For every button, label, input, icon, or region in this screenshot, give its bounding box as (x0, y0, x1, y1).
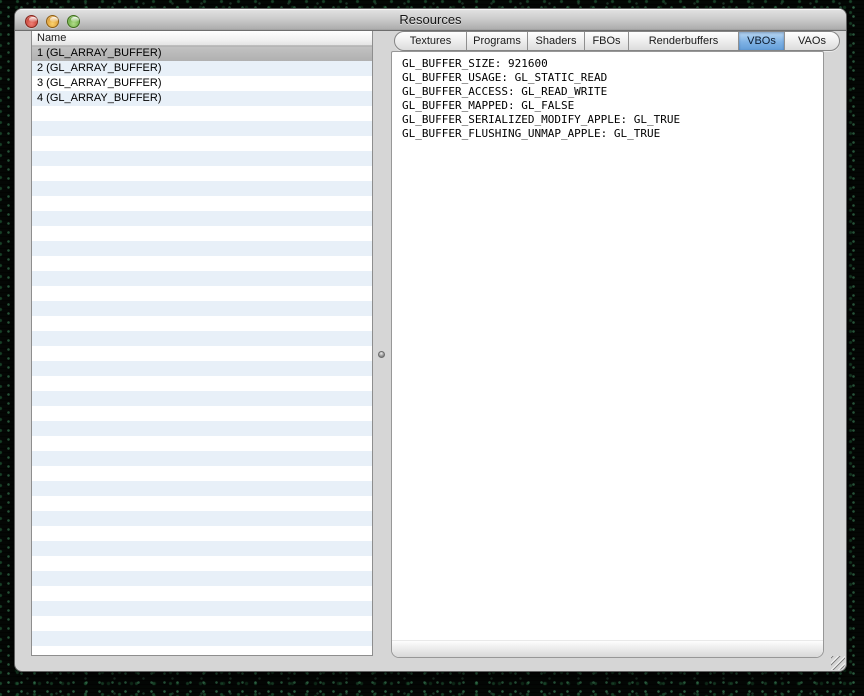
resize-grip-icon[interactable] (831, 656, 845, 670)
resources-window: Resources Name 1 (GL_ARRAY_BUFFER)2 (GL_… (14, 8, 847, 672)
list-item[interactable]: 2 (GL_ARRAY_BUFFER) (32, 61, 372, 76)
tab-shaders[interactable]: Shaders (527, 32, 584, 50)
column-header-name[interactable]: Name (32, 31, 372, 46)
tab-programs[interactable]: Programs (466, 32, 527, 50)
tab-bar: TexturesProgramsShadersFBOsRenderbuffers… (394, 31, 840, 51)
tab-vbos[interactable]: VBOs (738, 32, 784, 50)
resource-list: Name 1 (GL_ARRAY_BUFFER)2 (GL_ARRAY_BUFF… (31, 31, 373, 656)
tab-textures[interactable]: Textures (395, 32, 466, 50)
title-bar[interactable]: Resources (15, 9, 846, 31)
attribute-line: GL_BUFFER_MAPPED: GL_FALSE (402, 99, 819, 113)
attribute-line: GL_BUFFER_SERIALIZED_MODIFY_APPLE: GL_TR… (402, 113, 819, 127)
tab-fbos[interactable]: FBOs (584, 32, 628, 50)
attribute-line: GL_BUFFER_SIZE: 921600 (402, 57, 819, 71)
scroll-track (392, 640, 823, 657)
splitter[interactable] (373, 31, 391, 656)
resource-list-body: 1 (GL_ARRAY_BUFFER)2 (GL_ARRAY_BUFFER)3 … (32, 46, 372, 655)
buffer-attributes: GL_BUFFER_SIZE: 921600GL_BUFFER_USAGE: G… (392, 52, 823, 141)
attribute-line: GL_BUFFER_USAGE: GL_STATIC_READ (402, 71, 819, 85)
desktop: { "window": { "title": "Resources", "con… (0, 0, 864, 696)
list-item[interactable]: 3 (GL_ARRAY_BUFFER) (32, 76, 372, 91)
splitter-handle-icon[interactable] (378, 351, 385, 358)
tab-vaos[interactable]: VAOs (784, 32, 839, 50)
window-title: Resources (15, 9, 846, 31)
tab-renderbuffers[interactable]: Renderbuffers (628, 32, 738, 50)
list-item[interactable]: 4 (GL_ARRAY_BUFFER) (32, 91, 372, 106)
attribute-line: GL_BUFFER_FLUSHING_UNMAP_APPLE: GL_TRUE (402, 127, 819, 141)
attribute-line: GL_BUFFER_ACCESS: GL_READ_WRITE (402, 85, 819, 99)
detail-pane[interactable]: GL_BUFFER_SIZE: 921600GL_BUFFER_USAGE: G… (391, 51, 824, 658)
list-item[interactable]: 1 (GL_ARRAY_BUFFER) (32, 46, 372, 61)
